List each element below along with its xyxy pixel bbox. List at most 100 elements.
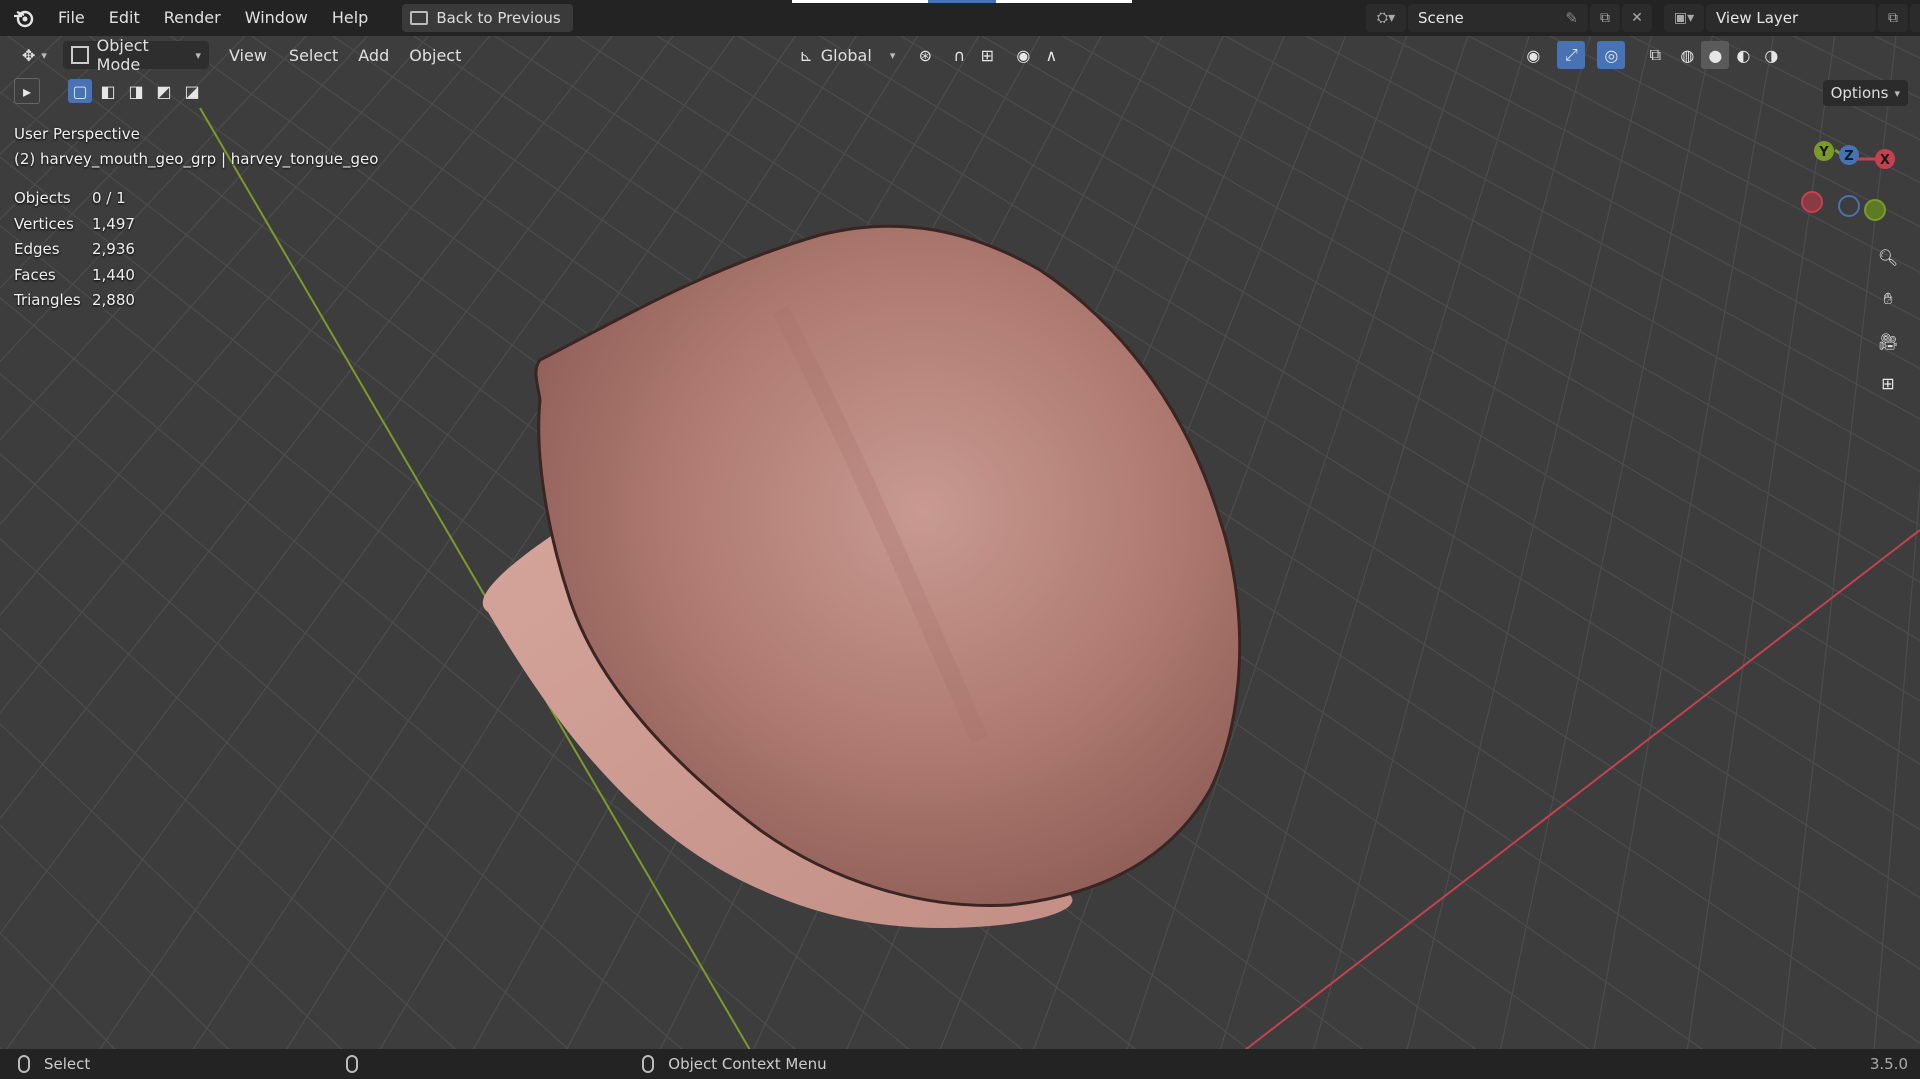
ortho-grid-icon[interactable]: ⊞: [1873, 368, 1903, 398]
view-layer-name: View Layer: [1716, 9, 1799, 27]
select-intersect-icon[interactable]: ◪: [180, 79, 204, 103]
stat-value: 2,880: [92, 291, 135, 309]
xray-toggle-icon[interactable]: ⧉: [1641, 41, 1669, 69]
header-menu-view[interactable]: View: [221, 41, 275, 69]
screen-back-icon: [410, 11, 429, 25]
stat-value: 2,936: [92, 240, 135, 258]
stat-label: Faces: [14, 265, 56, 284]
zoom-icon[interactable]: 🔍︎: [1873, 242, 1903, 272]
view-layer-icon: ▣▾: [1673, 10, 1695, 26]
menu-help[interactable]: Help: [320, 0, 380, 36]
menu-render[interactable]: Render: [152, 0, 233, 36]
editor-type-icon: ✥: [22, 45, 36, 65]
stat-label: Edges: [14, 240, 60, 258]
back-to-previous-button[interactable]: Back to Previous: [402, 4, 573, 32]
back-label: Back to Previous: [436, 9, 561, 27]
select-extend-icon[interactable]: ◧: [96, 79, 120, 103]
delete-scene-button[interactable]: ✕: [1622, 4, 1652, 32]
select-new-icon[interactable]: ▢: [68, 79, 92, 103]
stat-value: 1,440: [92, 265, 135, 284]
mouse-right-icon: [642, 1055, 655, 1073]
blender-logo-icon[interactable]: [12, 6, 36, 30]
view-layer-browse-button[interactable]: ▣▾: [1664, 4, 1704, 32]
gizmo-neg-y: [1864, 199, 1886, 221]
stat-row: Edges 2,936: [14, 237, 135, 263]
snap-icon[interactable]: ∩: [945, 41, 973, 69]
scene-selector-group: ⛭▾ Scene ✎ ⧉ ✕ ▣▾ View Layer ⧉ ✕: [1364, 4, 1920, 32]
rendered-shading-icon[interactable]: ◑: [1757, 41, 1785, 69]
solid-shading-icon[interactable]: ●: [1701, 41, 1730, 69]
mouse-left-icon: [18, 1055, 30, 1073]
scene-name: Scene: [1418, 9, 1464, 27]
stat-value: 0 / 1: [92, 189, 126, 207]
visibility-icon[interactable]: ◉: [1519, 41, 1547, 69]
pin-icon[interactable]: ✎: [1565, 9, 1578, 27]
stat-row: Faces 1,440: [14, 263, 135, 289]
viewport-info-overlay: User Perspective (2) harvey_mouth_geo_gr…: [14, 122, 378, 172]
menu-file[interactable]: File: [46, 0, 97, 36]
chevron-down-icon: ▾: [889, 48, 896, 62]
workspace-tab-active[interactable]: [928, 0, 996, 3]
copy-icon: ⧉: [1888, 10, 1898, 26]
navigation-gizmo[interactable]: Y Z X: [1800, 134, 1910, 234]
active-object-path: (2) harvey_mouth_geo_grp | harvey_tongue…: [14, 150, 379, 168]
orientation-icon: ⊾: [799, 45, 813, 65]
scene-statistics: Objects 0 / 1 Vertices 1,497 Edges 2,936 Fa…: [14, 186, 135, 314]
stat-value: 1,497: [92, 214, 135, 233]
select-subtract-icon[interactable]: ◨: [124, 79, 148, 103]
gizmo-x-label: X: [1880, 153, 1890, 168]
top-menu-bar: File Edit Render Window Help Back to Pre…: [0, 0, 1920, 36]
overlays-toggle-icon[interactable]: ◎: [1597, 41, 1626, 69]
stat-label: Triangles: [14, 291, 81, 309]
chevron-down-icon: ▾: [41, 48, 47, 62]
chevron-down-icon: ▾: [195, 48, 201, 62]
object-mode-icon: [70, 46, 89, 64]
stat-label: Objects: [14, 189, 71, 207]
proportional-edit-icon[interactable]: ◉: [1009, 41, 1037, 69]
stat-label: Vertices: [14, 214, 74, 233]
view-layer-field[interactable]: View Layer: [1706, 4, 1876, 32]
status-context-label: Object Context Menu: [668, 1055, 827, 1073]
gizmo-toggle-icon[interactable]: ⤢: [1557, 41, 1586, 69]
scene-browse-button[interactable]: ⛭▾: [1366, 4, 1406, 32]
select-invert-icon[interactable]: ◩: [152, 79, 176, 103]
stat-row: Triangles 2,880: [14, 288, 135, 314]
copy-icon: ⧉: [1600, 10, 1610, 26]
options-label: Options: [1830, 84, 1889, 102]
camera-view-icon[interactable]: 🎥︎: [1873, 326, 1903, 356]
transform-orientation-selector[interactable]: ⊾ Global ▾: [791, 41, 903, 69]
gizmo-z-label: Z: [1844, 149, 1853, 164]
scene-name-field[interactable]: Scene ✎: [1408, 4, 1588, 32]
close-icon: ✕: [1631, 10, 1643, 26]
pan-hand-icon[interactable]: ✋︎: [1873, 284, 1903, 314]
delete-view-layer-button[interactable]: ✕: [1910, 4, 1920, 32]
new-view-layer-button[interactable]: ⧉: [1878, 4, 1908, 32]
material-shading-icon[interactable]: ◐: [1729, 41, 1757, 69]
header-menu-add[interactable]: Add: [350, 41, 397, 69]
select-tool-icon[interactable]: ▸: [14, 78, 40, 104]
gizmo-neg-x: [1801, 191, 1823, 213]
scene-icon: ⛭▾: [1376, 10, 1396, 26]
perspective-label: User Perspective: [14, 125, 140, 143]
stat-row: Vertices 1,497: [14, 212, 135, 238]
header-menu-select[interactable]: Select: [281, 41, 346, 69]
snap-target-icon[interactable]: ⊞: [973, 41, 1001, 69]
falloff-icon[interactable]: ∧: [1037, 41, 1065, 69]
wireframe-shading-icon[interactable]: ◍: [1673, 41, 1701, 69]
new-scene-button[interactable]: ⧉: [1590, 4, 1620, 32]
mode-label: Object Mode: [96, 36, 149, 74]
workspace-tabs-strip[interactable]: [792, 0, 1132, 3]
options-dropdown[interactable]: Options ▾: [1822, 80, 1908, 106]
orientation-label: Global: [820, 45, 872, 65]
mode-selector[interactable]: Object Mode ▾: [62, 36, 209, 74]
status-bar: Select Object Context Menu 3.5.0: [0, 1049, 1920, 1079]
pivot-point-icon[interactable]: ⊛: [911, 41, 939, 69]
menu-edit[interactable]: Edit: [97, 0, 152, 36]
gizmo-y-label: Y: [1818, 145, 1829, 160]
viewport-header: ✥ ▾ Object Mode ▾ View Select Add Object …: [0, 36, 1920, 74]
menu-window[interactable]: Window: [233, 0, 320, 36]
header-menu-object[interactable]: Object: [401, 41, 469, 69]
editor-type-button[interactable]: ✥ ▾: [14, 41, 55, 69]
tool-settings-row: ▸ ▢ ◧ ◨ ◩ ◪: [14, 78, 204, 104]
mouse-middle-icon: [346, 1055, 359, 1073]
